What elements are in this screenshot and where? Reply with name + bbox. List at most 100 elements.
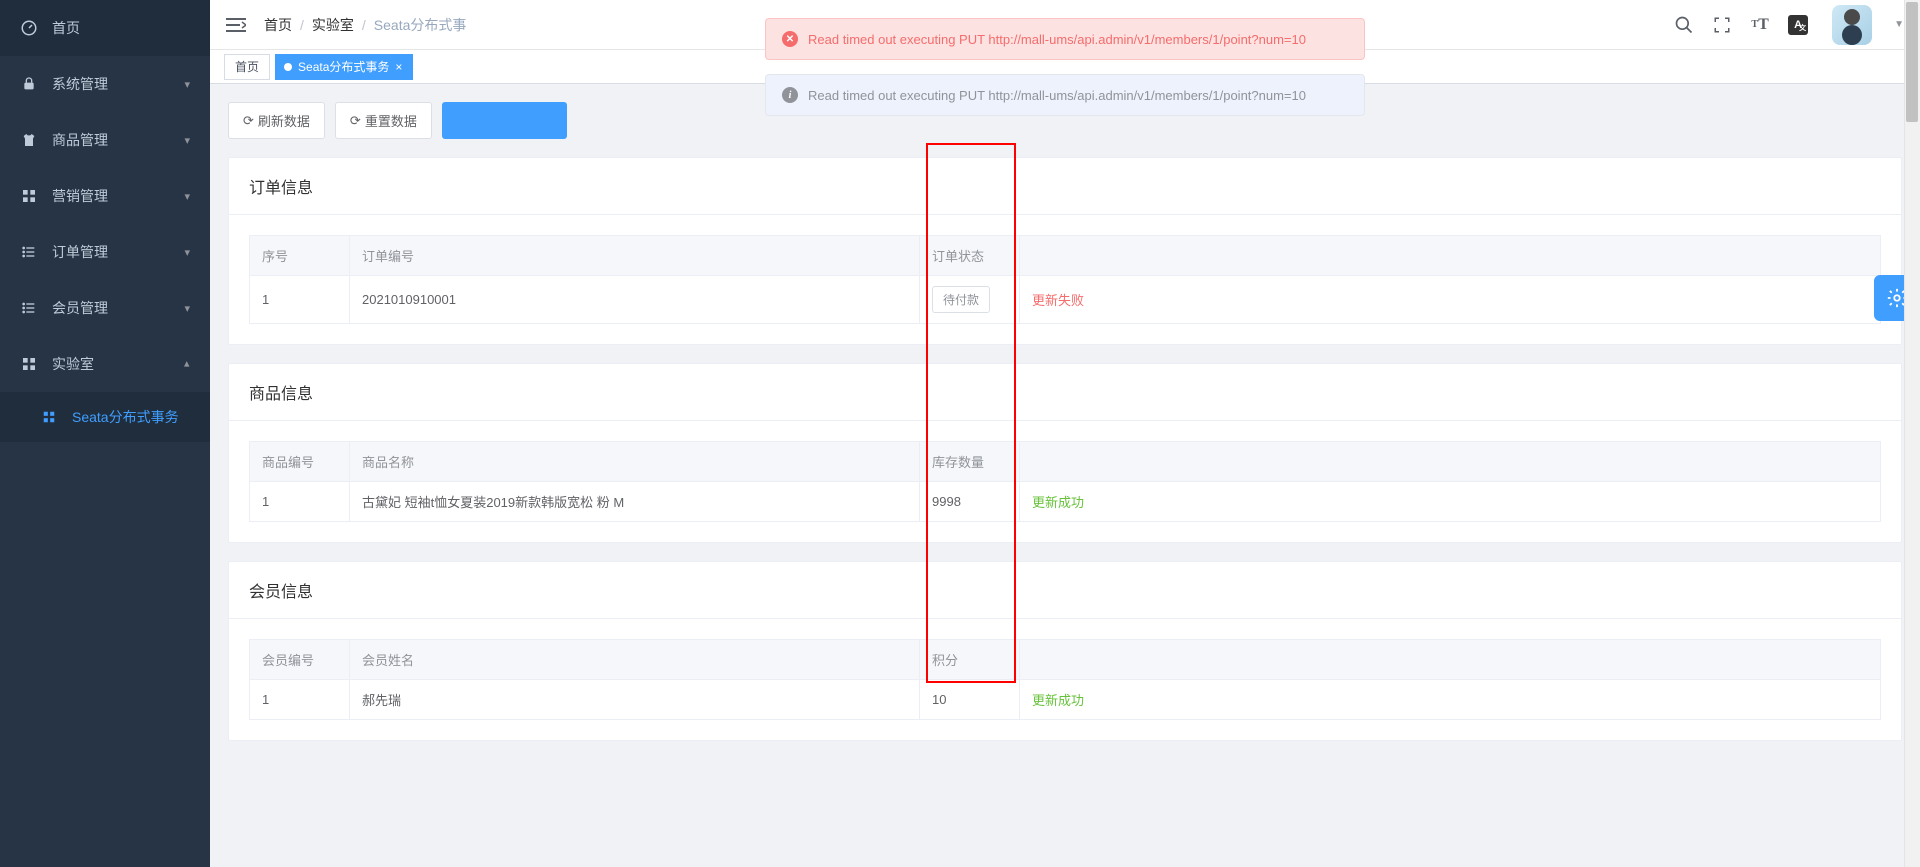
sidebar-item-product[interactable]: 商品管理 ▾ [0,112,210,168]
status-tag[interactable]: 待付款 [932,286,990,313]
avatar[interactable] [1832,5,1872,45]
sidebar-item-member[interactable]: 会员管理 ▾ [0,280,210,336]
tab-active-dot-icon [284,63,292,71]
table-header [1020,442,1881,482]
panel-title: 订单信息 [229,158,1901,215]
table-header: 商品编号 [250,442,350,482]
table-header: 序号 [250,236,350,276]
grid-icon [20,187,38,205]
cell-idx: 1 [250,680,350,720]
sidebar-item-label: Seata分布式事务 [72,407,190,427]
sidebar-item-system[interactable]: 系统管理 ▾ [0,56,210,112]
order-table: 序号 订单编号 订单状态 1 2021010910001 待付款 更新失败 [249,235,1881,324]
button-label: 刷新数据 [258,111,310,130]
sidebar-item-lab[interactable]: 实验室 ▾ [0,336,210,392]
main-area: 首页 / 实验室 / Seata分布式事 TT A文 [210,0,1920,867]
refresh-button[interactable]: ⟳ 刷新数据 [228,102,325,139]
table-row: 1 2021010910001 待付款 更新失败 [250,276,1881,324]
lock-icon [20,75,38,93]
cell-name: 古黛妃 短袖t恤女夏装2019新款韩版宽松 粉 M [350,482,920,522]
alert-info: i Read timed out executing PUT http://ma… [765,74,1365,116]
breadcrumb-item-current: Seata分布式事 [374,15,467,35]
cell-result: 更新失败 [1020,276,1881,324]
table-header: 会员编号 [250,640,350,680]
sidebar-item-label: 营销管理 [52,186,184,206]
search-icon[interactable] [1674,15,1694,35]
table-header [1020,236,1881,276]
sidebar-item-order[interactable]: 订单管理 ▾ [0,224,210,280]
panel-title: 会员信息 [229,562,1901,619]
grid-small-icon [40,408,58,426]
sidebar-item-label: 会员管理 [52,298,184,318]
chevron-down-icon: ▾ [184,246,190,259]
sidebar-item-label: 订单管理 [52,242,184,262]
tab-label: Seata分布式事务 [298,58,389,75]
refresh-icon: ⟳ [243,113,254,129]
button-label: 重置数据 [365,111,417,130]
table-header [1020,640,1881,680]
order-panel: 订单信息 序号 订单编号 订单状态 1 2021010910001 [228,157,1902,345]
table-header: 商品名称 [350,442,920,482]
sidebar-item-seata[interactable]: Seata分布式事务 [0,392,210,442]
table-header: 积分 [920,640,1020,680]
scrollbar[interactable] [1904,0,1920,867]
cell-points: 10 [920,680,1020,720]
chevron-down-icon: ▾ [184,78,190,91]
content: ⟳ 刷新数据 ⟳ 重置数据 订单信息 序号 订单编号 [210,84,1920,867]
cell-code: 2021010910001 [350,276,920,324]
close-icon[interactable]: × [395,61,402,73]
info-icon: i [782,87,798,103]
table-row: 1 郝先瑞 10 更新成功 [250,680,1881,720]
primary-action-button[interactable] [442,102,568,139]
cell-idx: 1 [250,482,350,522]
scrollbar-thumb[interactable] [1906,2,1918,122]
member-table: 会员编号 会员姓名 积分 1 郝先瑞 10 更新成功 [249,639,1881,720]
chevron-down-icon: ▾ [184,134,190,147]
cell-name: 郝先瑞 [350,680,920,720]
grid-icon [20,355,38,373]
cell-result: 更新成功 [1020,680,1881,720]
breadcrumb: 首页 / 实验室 / Seata分布式事 [264,15,466,35]
table-header: 订单编号 [350,236,920,276]
sidebar: 首页 系统管理 ▾ 商品管理 ▾ 营销管理 ▾ 订单 [0,0,210,867]
table-row: 1 古黛妃 短袖t恤女夏装2019新款韩版宽松 粉 M 9998 更新成功 [250,482,1881,522]
list-icon [20,243,38,261]
fullscreen-icon[interactable] [1712,15,1732,35]
shirt-icon [20,131,38,149]
tab-seata[interactable]: Seata分布式事务 × [275,54,413,80]
result-text: 更新成功 [1032,495,1084,510]
cell-idx: 1 [250,276,350,324]
breadcrumb-item[interactable]: 首页 [264,15,292,35]
breadcrumb-sep: / [300,17,304,33]
member-panel: 会员信息 会员编号 会员姓名 积分 1 郝先瑞 10 [228,561,1902,741]
product-table: 商品编号 商品名称 库存数量 1 古黛妃 短袖t恤女夏装2019新款韩版宽松 粉… [249,441,1881,522]
panel-title: 商品信息 [229,364,1901,421]
topbar-right: TT A文 ▼ [1674,5,1904,45]
result-text: 更新成功 [1032,693,1084,708]
reset-button[interactable]: ⟳ 重置数据 [335,102,432,139]
table-header: 库存数量 [920,442,1020,482]
caret-down-icon[interactable]: ▼ [1894,19,1904,30]
table-header: 会员姓名 [350,640,920,680]
cell-status: 待付款 [920,276,1020,324]
sidebar-item-label: 商品管理 [52,130,184,150]
sidebar-item-marketing[interactable]: 营销管理 ▾ [0,168,210,224]
table-header: 订单状态 [920,236,1020,276]
hamburger-icon[interactable] [226,15,246,35]
sidebar-item-label: 系统管理 [52,74,184,94]
chevron-down-icon: ▾ [184,302,190,315]
error-icon: ✕ [782,31,798,47]
cell-result: 更新成功 [1020,482,1881,522]
chevron-down-icon: ▾ [184,190,190,203]
refresh-icon: ⟳ [350,113,361,129]
language-icon[interactable]: A文 [1788,15,1808,35]
alerts-container: ✕ Read timed out executing PUT http://ma… [765,18,1365,130]
font-size-icon[interactable]: TT [1750,15,1770,35]
result-text: 更新失败 [1032,293,1084,308]
sidebar-item-label: 首页 [52,18,190,38]
product-panel: 商品信息 商品编号 商品名称 库存数量 1 古黛妃 短袖t恤女夏装2019新款韩… [228,363,1902,543]
breadcrumb-sep: / [362,17,366,33]
breadcrumb-item[interactable]: 实验室 [312,15,354,35]
tab-home[interactable]: 首页 [224,54,270,80]
sidebar-item-home[interactable]: 首页 [0,0,210,56]
